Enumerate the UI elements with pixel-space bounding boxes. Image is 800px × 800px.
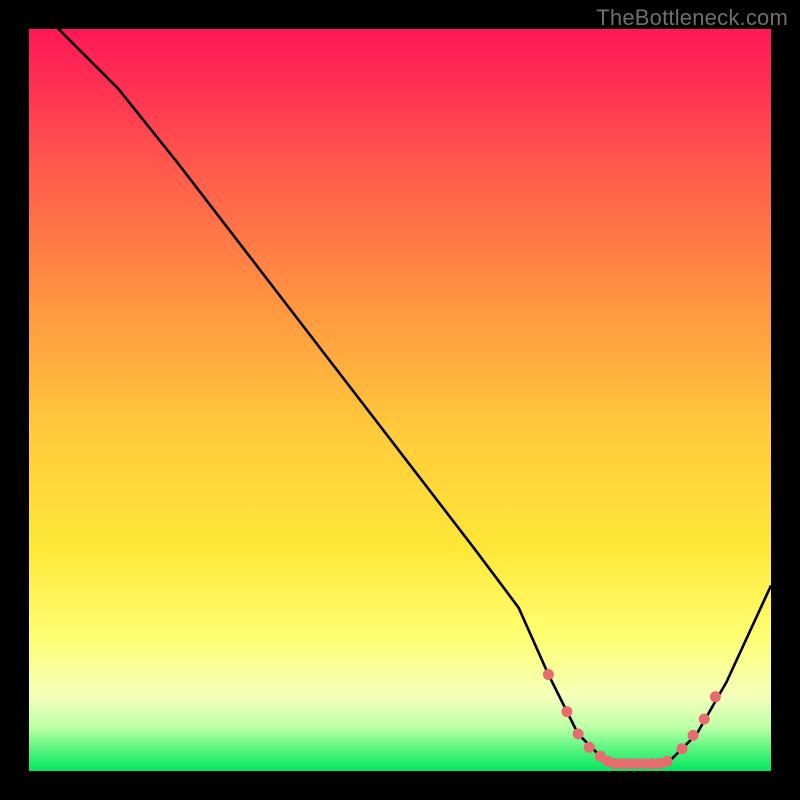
- chart-frame: TheBottleneck.com: [0, 0, 800, 800]
- marker-dot: [710, 691, 721, 702]
- chart-canvas: [0, 0, 800, 800]
- marker-dot: [543, 669, 554, 680]
- marker-dot: [584, 742, 595, 753]
- marker-dot: [662, 756, 673, 767]
- marker-dot: [677, 743, 688, 754]
- marker-dot: [699, 714, 710, 725]
- marker-dot: [573, 728, 584, 739]
- marker-dot: [688, 730, 699, 741]
- marker-dot: [561, 706, 572, 717]
- plot-background: [29, 29, 771, 771]
